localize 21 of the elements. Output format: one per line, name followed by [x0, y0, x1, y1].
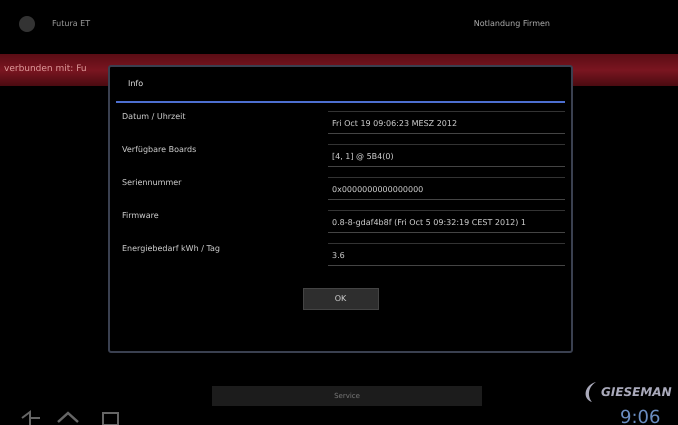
field-label: Energiebedarf kWh / Tag: [121, 243, 221, 255]
field-label: Verfügbare Boards: [121, 144, 198, 156]
logo-text: GIESEMAN: [601, 384, 672, 401]
field-value: [4, 1] @ 5B4(0): [328, 144, 565, 167]
home-icon[interactable]: [56, 410, 80, 425]
field-label: Firmware: [121, 210, 160, 222]
ok-button[interactable]: OK: [302, 288, 378, 310]
banner-text: verbunden mit: Fu: [4, 63, 87, 76]
app-title: Futura ET: [52, 18, 90, 30]
app-icon: [18, 15, 36, 33]
field-value: 0.8-8-gdaf4b8f (Fri Oct 5 09:32:19 CEST 2012) 1: [328, 210, 565, 233]
recent-apps-icon[interactable]: [100, 410, 120, 425]
field-value: 0x0000000000000000: [328, 177, 565, 200]
field-value: 3.6: [328, 243, 565, 266]
clock: 9:06: [620, 409, 660, 425]
field-label: Seriennummer: [121, 177, 182, 189]
field-label: Datum / Uhrzeit: [121, 111, 187, 123]
field-value: Fri Oct 19 09:06:23 MESZ 2012: [328, 111, 565, 134]
menu-item[interactable]: Notlandung Firmen: [474, 18, 550, 30]
dialog-title: Info: [128, 78, 144, 90]
back-icon[interactable]: [20, 410, 42, 425]
